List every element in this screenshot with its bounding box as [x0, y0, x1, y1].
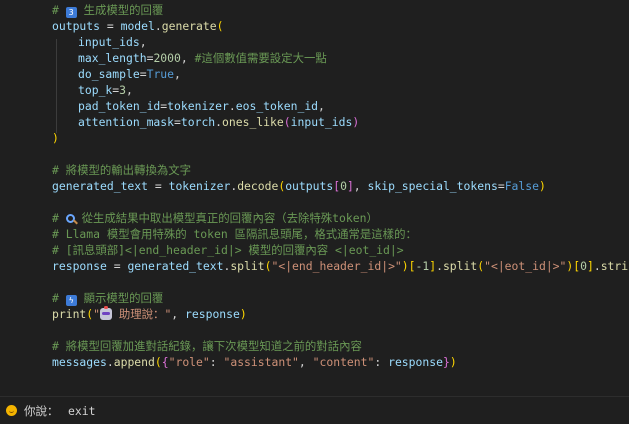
- smile-icon: [6, 405, 17, 416]
- code-line-print: print(" 助理說：", response): [52, 306, 247, 321]
- magnifier-icon: [65, 214, 75, 223]
- code-line-generate-call: outputs = model.generate(: [52, 19, 224, 33]
- code-line-display-comment: # ϟ 顯示模型的回覆: [52, 291, 164, 306]
- code-line-top-k: top_k=3,: [78, 83, 133, 97]
- code-line-generate-comment: # 3 生成模型的回覆: [52, 3, 164, 18]
- code-line-decode-call: generated_text = tokenizer.decode(output…: [52, 179, 546, 193]
- keycap-three-icon: 3: [65, 7, 77, 18]
- code-line-append-comment: # 將模型回覆加進對話紀錄，讓下次模型知道之前的對話內容: [52, 339, 362, 353]
- code-line-attention-mask: attention_mask=torch.ones_like(input_ids…: [78, 115, 360, 129]
- lightning-icon: ϟ: [65, 295, 77, 306]
- terminal-input-bar[interactable]: 你說： exit: [0, 396, 629, 424]
- code-line-input-ids: input_ids,: [78, 35, 147, 49]
- code-line-generate-close: ): [52, 131, 59, 145]
- code-line-pad-token-id: pad_token_id=tokenizer.eos_token_id,: [78, 99, 325, 113]
- user-prompt-label: 你說：: [24, 404, 59, 418]
- code-line-llama-comment: # Llama 模型會用特殊的 token 區隔訊息頭尾，格式通常是這樣的：: [52, 227, 417, 241]
- code-line-max-length: max_length=2000, #這個數值需要設定大一點: [78, 51, 327, 65]
- code-line-format-comment: # [訊息頭部]<|end_header_id|> 模型的回覆內容 <|eot_…: [52, 243, 404, 257]
- code-line-extract-comment: # 從生成結果中取出模型真正的回覆內容（去除特殊token）: [52, 211, 378, 225]
- code-line-response-extract: response = generated_text.split("<|end_h…: [52, 259, 629, 273]
- code-line-do-sample: do_sample=True,: [78, 67, 181, 81]
- code-editor[interactable]: # 3 生成模型的回覆 outputs = model.generate( in…: [0, 0, 629, 396]
- code-line-append-call: messages.append({"role": "assistant", "c…: [52, 355, 457, 369]
- code-line-decode-comment: # 將模型的輸出轉換為文字: [52, 163, 192, 177]
- robot-icon: [100, 306, 113, 320]
- indent-guide: [56, 39, 57, 133]
- terminal-input-value[interactable]: exit: [68, 403, 95, 419]
